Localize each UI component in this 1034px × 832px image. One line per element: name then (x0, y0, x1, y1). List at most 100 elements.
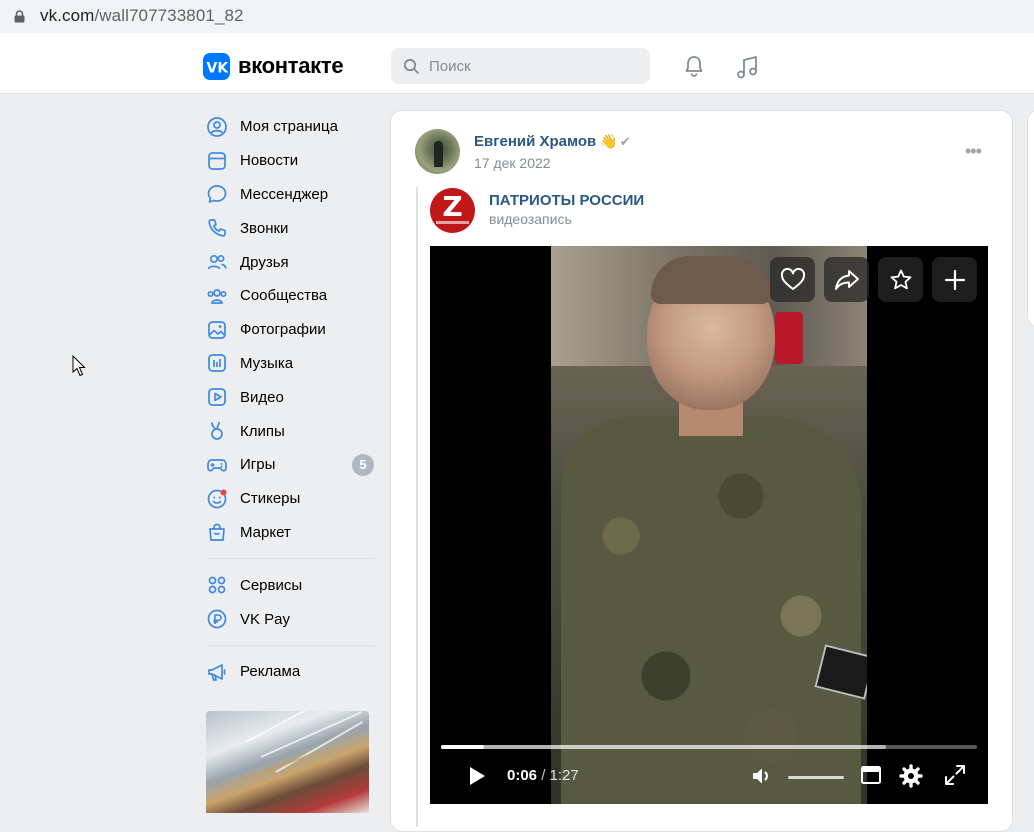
miniplayer-icon[interactable] (860, 764, 882, 786)
sidebar-item-label: Маркет (240, 523, 291, 541)
games-count-badge: 5 (352, 453, 374, 476)
play-icon[interactable] (466, 764, 488, 788)
mouse-cursor-icon (72, 355, 86, 377)
sidebar-item-label: Клипы (240, 422, 285, 440)
sidebar-item-label: Музыка (240, 354, 294, 372)
source-community-avatar[interactable]: Z (430, 188, 475, 233)
music-icon (206, 352, 228, 374)
share-icon (834, 269, 859, 290)
heart-icon (780, 267, 805, 290)
url-host: vk.com (40, 6, 95, 25)
post-card: Евгений Храмов 👋 ✔ 17 дек 2022 ••• Z ПАТРИ… (390, 110, 1013, 832)
video-buffer-fill (441, 745, 886, 749)
wave-emoji: 👋 (600, 133, 618, 149)
sidebar-item-market[interactable]: Маркет (206, 516, 374, 550)
sidebar-item-label: Новости (240, 152, 299, 170)
sidebar-item-clips[interactable]: Клипы (206, 414, 374, 448)
sidebar-item-label: Друзья (240, 253, 289, 271)
search-placeholder: Поиск (429, 58, 471, 75)
author-name[interactable]: Евгений Храмов 👋 ✔ (474, 133, 631, 150)
sidebar-item-phone[interactable]: Звонки (206, 211, 374, 245)
sidebar-item-label: VK Pay (240, 610, 291, 628)
sidebar-item-label: Сервисы (240, 576, 303, 594)
games-icon (206, 454, 228, 476)
sidebar-item-label: Моя страница (240, 118, 338, 136)
search-input[interactable]: Поиск (391, 48, 650, 84)
left-sidebar: Моя страница Новости Мессенджер Звонки Друзь… (206, 110, 374, 689)
sidebar-item-vkpay[interactable]: VK Pay (206, 602, 374, 636)
url-text[interactable]: vk.com/wall707733801_82 (40, 6, 244, 26)
sidebar-item-label: Видео (240, 388, 284, 406)
sidebar-item-ads[interactable]: Реклама (206, 655, 374, 689)
vkpay-icon (206, 608, 228, 630)
bell-icon[interactable] (682, 54, 706, 78)
services-icon (206, 574, 228, 596)
video-player[interactable]: 0:06 / 1:27 (430, 246, 988, 804)
message-icon (206, 183, 228, 205)
sidebar-item-label: Сообщества (240, 287, 328, 305)
share-video-button[interactable] (824, 257, 869, 302)
vk-header: VK вконтакте Поиск (0, 38, 1034, 94)
source-logo-letter: Z (442, 190, 463, 223)
sidebar-item-video[interactable]: Видео (206, 380, 374, 414)
ad-banner-image[interactable] (206, 711, 369, 813)
music-note-icon[interactable] (735, 54, 759, 80)
sidebar-item-label: Фотографии (240, 321, 326, 339)
post-date[interactable]: 17 дек 2022 (474, 155, 551, 171)
lock-icon (14, 10, 25, 23)
sidebar-item-communities[interactable]: Сообщества (206, 279, 374, 313)
video-progress-fill (441, 745, 484, 749)
svg-text:VK: VK (207, 61, 230, 77)
right-side-card (1027, 110, 1034, 327)
video-current-time: 0:06 (507, 767, 538, 784)
clips-icon (206, 420, 228, 442)
settings-gear-icon[interactable] (899, 764, 923, 788)
add-video-button[interactable] (932, 257, 977, 302)
sidebar-item-news[interactable]: Новости (206, 144, 374, 178)
video-duration: 1:27 (549, 767, 579, 784)
sidebar-item-label: Стикеры (240, 490, 301, 508)
video-icon (206, 386, 228, 408)
video-progress-bar[interactable] (441, 745, 977, 749)
search-icon (403, 58, 419, 74)
more-options-icon[interactable]: ••• (965, 141, 982, 162)
sidebar-item-stickers[interactable]: Стикеры (206, 482, 374, 516)
market-icon (206, 521, 228, 543)
like-video-button[interactable] (770, 257, 815, 302)
author-avatar[interactable] (415, 129, 460, 174)
stickers-icon (206, 488, 228, 510)
favorite-video-button[interactable] (878, 257, 923, 302)
sidebar-item-label: Мессенджер (240, 185, 329, 203)
browser-address-bar[interactable]: vk.com/wall707733801_82 (0, 0, 1034, 33)
sidebar-item-games[interactable]: Игры 5 (206, 448, 374, 482)
verified-icon: ✔ (619, 134, 631, 149)
fullscreen-icon[interactable] (944, 764, 966, 786)
news-icon (206, 150, 228, 172)
friends-icon (206, 251, 228, 273)
sidebar-item-friends[interactable]: Друзья (206, 245, 374, 279)
plus-icon (944, 269, 965, 290)
sidebar-item-user-circle[interactable]: Моя страница (206, 110, 374, 144)
vk-logo-text[interactable]: вконтакте (238, 53, 344, 79)
sidebar-item-music[interactable]: Музыка (206, 347, 374, 381)
sidebar-item-label: Реклама (240, 663, 301, 681)
source-community-name[interactable]: ПАТРИОТЫ РОССИИ (489, 192, 644, 209)
sidebar-item-photo[interactable]: Фотографии (206, 313, 374, 347)
user-circle-icon (206, 116, 228, 138)
sidebar-item-label: Звонки (240, 219, 289, 237)
communities-icon (206, 285, 228, 307)
sidebar-item-message[interactable]: Мессенджер (206, 178, 374, 212)
phone-icon (206, 217, 228, 239)
photo-icon (206, 319, 228, 341)
repost-indicator-line (416, 187, 418, 827)
video-time: 0:06 / 1:27 (507, 767, 579, 784)
vk-logo-icon[interactable]: VK (203, 53, 230, 80)
volume-slider[interactable] (788, 776, 844, 779)
video-frame (551, 246, 867, 804)
source-content-type: видеозапись (489, 211, 572, 227)
volume-icon[interactable] (750, 764, 774, 788)
url-path: /wall707733801_82 (94, 6, 244, 25)
ads-icon (206, 661, 228, 683)
sidebar-item-label: Игры (240, 456, 276, 474)
sidebar-item-services[interactable]: Сервисы (206, 568, 374, 602)
